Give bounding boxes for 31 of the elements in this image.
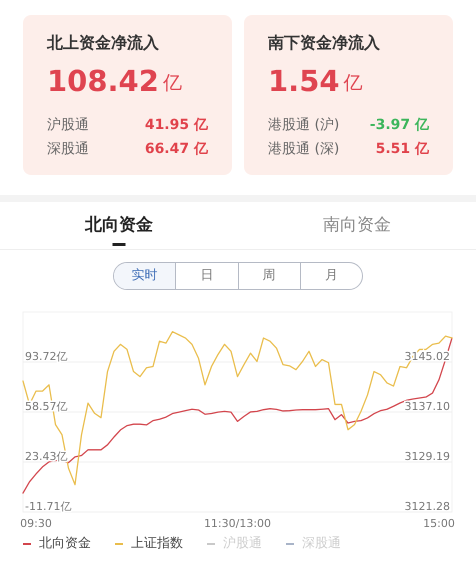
- channel-value: -3.97 亿: [370, 116, 429, 135]
- channel-label: 港股通 (沪): [268, 116, 340, 135]
- y-axis-label: 3121.28: [404, 500, 450, 513]
- channel-label: 港股通 (深): [268, 140, 340, 159]
- channel-label: 沪股通: [47, 116, 89, 135]
- amount-unit: 亿: [344, 71, 363, 96]
- card-title: 北上资金净流入: [47, 32, 160, 54]
- amount-value: 1.54: [268, 63, 340, 99]
- x-axis-label: 15:00: [423, 517, 455, 530]
- period-tab[interactable]: 实时: [114, 263, 176, 289]
- period-tab[interactable]: 月: [300, 263, 362, 289]
- y-axis-label: -11.71亿: [25, 500, 72, 513]
- y-axis-label: 3129.19: [404, 450, 450, 463]
- channel-value: 5.51 亿: [376, 140, 429, 159]
- tab[interactable]: 南向资金: [238, 202, 476, 249]
- amount-value: 108.42: [47, 63, 159, 99]
- channel-label: 深股通: [47, 140, 89, 159]
- legend-label[interactable]: 北向资金: [39, 534, 91, 554]
- amount-unit: 亿: [162, 71, 182, 96]
- tab[interactable]: 北向资金: [0, 202, 238, 249]
- y-axis-label: 93.72亿: [25, 350, 68, 363]
- period-tab[interactable]: 日: [175, 263, 238, 289]
- period-tab[interactable]: 周: [238, 263, 300, 289]
- legend-label[interactable]: 上证指数: [131, 534, 183, 554]
- x-axis-label: 09:30: [20, 517, 52, 530]
- tab-indicator: [112, 243, 126, 246]
- y-axis-label: 3137.10: [404, 400, 450, 413]
- channel-value: 66.47 亿: [144, 140, 208, 159]
- card-title: 南下资金净流入: [268, 32, 381, 54]
- channel-value: 41.95 亿: [144, 116, 208, 135]
- x-axis-label: 11:30/13:00: [204, 517, 272, 530]
